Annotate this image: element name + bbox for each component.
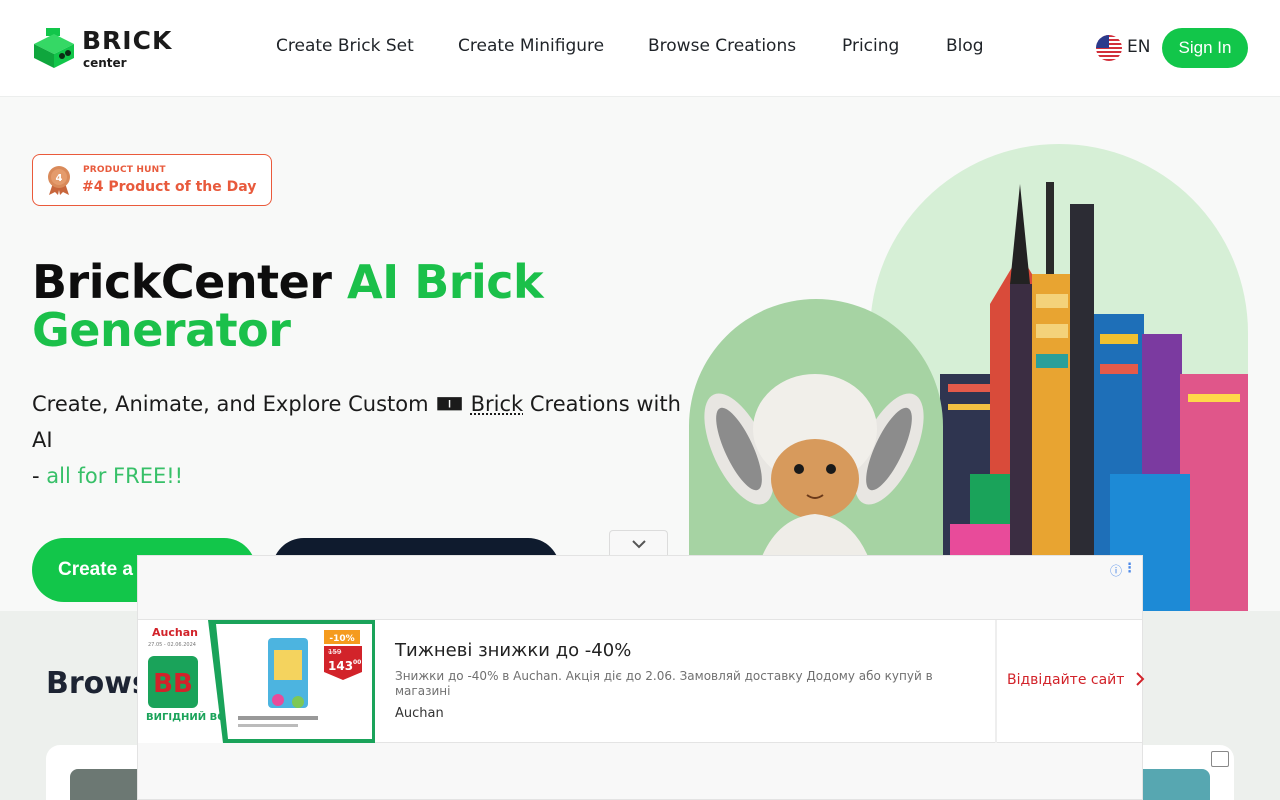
ad-image-old-price: 159 bbox=[328, 648, 341, 656]
hero-title: BrickCenter AI Brick Generator bbox=[32, 258, 672, 354]
ad-image-price-cents: 00 bbox=[353, 659, 361, 666]
medal-rank: 4 bbox=[56, 173, 63, 184]
chevron-right-icon bbox=[1136, 672, 1145, 686]
ad-image[interactable]: Auchan 27.05 - 02.06.2024 BB ВИГІДНИЙ ВО… bbox=[138, 620, 375, 743]
logo-wordmark: BRICK bbox=[82, 26, 173, 55]
ad-image-discount: -10% bbox=[329, 634, 354, 644]
svg-text:BB: BB bbox=[153, 669, 193, 699]
free-highlight: all for FREE!! bbox=[46, 464, 184, 488]
chevron-down-icon bbox=[631, 540, 646, 549]
ad-content[interactable]: Auchan 27.05 - 02.06.2024 BB ВИГІДНИЙ ВО… bbox=[138, 619, 1145, 743]
badge-source: PRODUCT HUNT bbox=[83, 165, 166, 175]
ad-headline[interactable]: Тижневі знижки до -40% bbox=[395, 640, 631, 661]
badge-title: #4 Product of the Day bbox=[82, 179, 257, 195]
sign-in-button[interactable]: Sign In bbox=[1162, 28, 1248, 68]
ad-image-new-price: 143 bbox=[328, 659, 353, 673]
hero-title-plain: BrickCenter bbox=[32, 255, 347, 309]
medal-icon: 4 bbox=[48, 166, 70, 195]
site-header: BRICK center Create Brick Set Create Min… bbox=[0, 0, 1280, 96]
brick-term[interactable]: Brick bbox=[471, 392, 524, 416]
hero-sub-text: Create, Animate, and Explore Custom bbox=[32, 392, 436, 416]
logo-subtext: center bbox=[83, 56, 127, 70]
brick-logo-icon bbox=[34, 28, 74, 68]
nav-create-brick-set[interactable]: Create Brick Set bbox=[276, 36, 414, 56]
nav-blog[interactable]: Blog bbox=[946, 36, 984, 56]
hero-sub-dash: - bbox=[32, 464, 47, 488]
us-flag-icon bbox=[1096, 35, 1122, 61]
language-code: EN bbox=[1127, 37, 1151, 57]
ad-advertiser: Auchan bbox=[395, 706, 444, 721]
nav-browse-creations[interactable]: Browse Creations bbox=[648, 36, 796, 56]
ad-image-dates: 27.05 - 02.06.2024 bbox=[148, 642, 196, 648]
ad-options-icon[interactable]: ⋮ bbox=[1123, 561, 1136, 576]
nav-create-minifigure[interactable]: Create Minifigure bbox=[458, 36, 604, 56]
language-selector[interactable]: EN bbox=[1096, 34, 1152, 62]
image-icon bbox=[1211, 751, 1229, 767]
ad-image-brand: Auchan bbox=[152, 626, 198, 639]
ad-cta-label: Відвідайте сайт bbox=[1007, 672, 1125, 688]
nav-pricing[interactable]: Pricing bbox=[842, 36, 899, 56]
brickcenter-logo[interactable]: BRICK center bbox=[32, 26, 192, 72]
ad-banner: ⓘ ⋮ Auchan 27.05 - 02.06.2024 BB ВИГІДНИ… bbox=[137, 555, 1145, 800]
brick-emoji-icon: 🀰 bbox=[435, 392, 464, 416]
ad-divider bbox=[995, 620, 997, 743]
ad-description: Знижки до -40% в Auchan. Акція діє до 2.… bbox=[395, 669, 933, 698]
ad-info-icon[interactable]: ⓘ bbox=[1110, 562, 1122, 579]
ad-visit-site-link[interactable]: Відвідайте сайт bbox=[1007, 672, 1145, 688]
hero-subtitle: Create, Animate, and Explore Custom 🀰 Br… bbox=[32, 386, 692, 494]
product-hunt-badge[interactable]: 4 PRODUCT HUNT #4 Product of the Day bbox=[32, 154, 272, 206]
ad-collapse-toggle[interactable] bbox=[609, 530, 668, 557]
